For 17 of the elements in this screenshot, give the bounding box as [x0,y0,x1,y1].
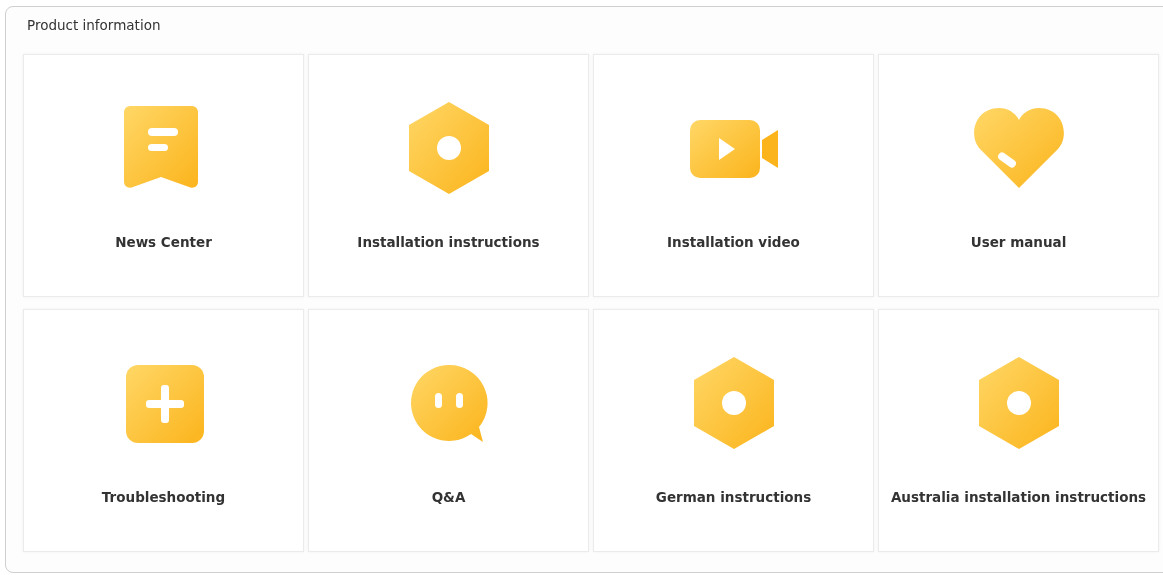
link-card[interactable]: Q&A [308,309,589,552]
link-card[interactable]: Installation video [593,54,874,297]
link-card[interactable]: Installation instructions [308,54,589,297]
card-label: German instructions [655,489,812,505]
link-card[interactable]: User manual [878,54,1159,297]
card-label: Installation instructions [357,234,540,250]
panel-title: Product information [27,17,161,33]
link-card[interactable]: Australia installation instructions [878,309,1159,552]
card-label: Q&A [431,489,466,505]
card-label: Installation video [667,234,800,250]
link-card[interactable]: German instructions [593,309,874,552]
link-card[interactable]: News Center [23,54,304,297]
card-label: Troubleshooting [101,489,226,505]
link-card[interactable]: Troubleshooting [23,309,304,552]
card-label: Australia installation instructions [890,489,1147,505]
card-label: User manual [970,234,1067,250]
card-label: News Center [115,234,212,250]
